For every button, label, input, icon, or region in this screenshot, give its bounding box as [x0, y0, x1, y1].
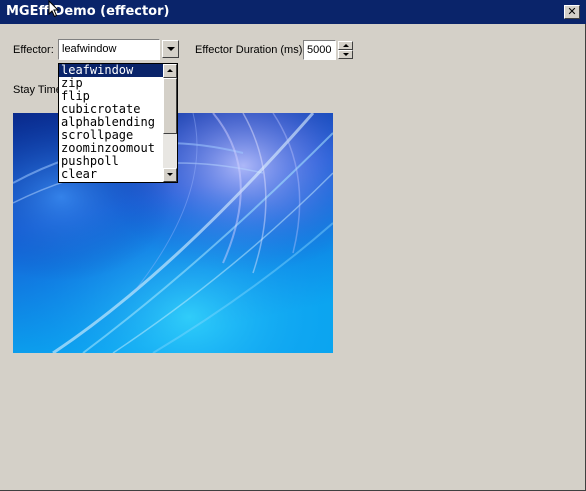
effector-options: leafwindow zip flip cubicrotate alphablendin… [59, 64, 163, 182]
effector-option[interactable]: flip [59, 90, 163, 103]
effector-option[interactable]: alphablending [59, 116, 163, 129]
mouse-cursor-icon [48, 0, 60, 18]
scroll-up-arrow-icon [167, 69, 173, 72]
effector-option[interactable]: zoominzoomout [59, 142, 163, 155]
spin-down-arrow-icon [343, 53, 349, 56]
close-button[interactable]: ✕ [564, 5, 580, 19]
effector-option[interactable]: cubicrotate [59, 103, 163, 116]
effector-selected-value: leafwindow [62, 43, 117, 55]
duration-value: 5000 [307, 44, 332, 56]
window-title: MGEff Demo (effector) [6, 4, 170, 19]
main-window: MGEff Demo (effector) ✕ Effector: leafwi… [0, 0, 586, 491]
scrollbar-thumb[interactable] [163, 78, 177, 134]
scroll-up-button[interactable] [163, 64, 177, 78]
effector-option[interactable]: pushpoll [59, 155, 163, 168]
close-icon: ✕ [567, 5, 577, 18]
effector-option[interactable]: scrollpage [59, 129, 163, 142]
duration-label: Effector Duration (ms): [195, 44, 306, 56]
duration-spin-up-button[interactable] [338, 41, 353, 50]
duration-spin-down-button[interactable] [338, 50, 353, 59]
effector-dropdown-button[interactable] [162, 40, 179, 58]
dropdown-scrollbar[interactable] [163, 64, 177, 182]
title-bar[interactable]: MGEff Demo (effector) ✕ [0, 0, 586, 24]
stay-time-label: Stay Time [13, 84, 62, 96]
effector-option[interactable]: clear [59, 168, 163, 181]
scroll-down-button[interactable] [163, 168, 177, 182]
effector-combobox[interactable]: leafwindow [58, 39, 160, 60]
duration-input[interactable]: 5000 [303, 40, 336, 60]
effector-label: Effector: [13, 44, 54, 56]
scroll-down-arrow-icon [167, 173, 173, 176]
chevron-down-icon [167, 47, 175, 51]
spin-up-arrow-icon [343, 44, 349, 47]
effector-option[interactable]: zip [59, 77, 163, 90]
effector-dropdown-list[interactable]: leafwindow zip flip cubicrotate alphablendin… [58, 63, 178, 183]
effector-option[interactable]: leafwindow [59, 64, 163, 77]
